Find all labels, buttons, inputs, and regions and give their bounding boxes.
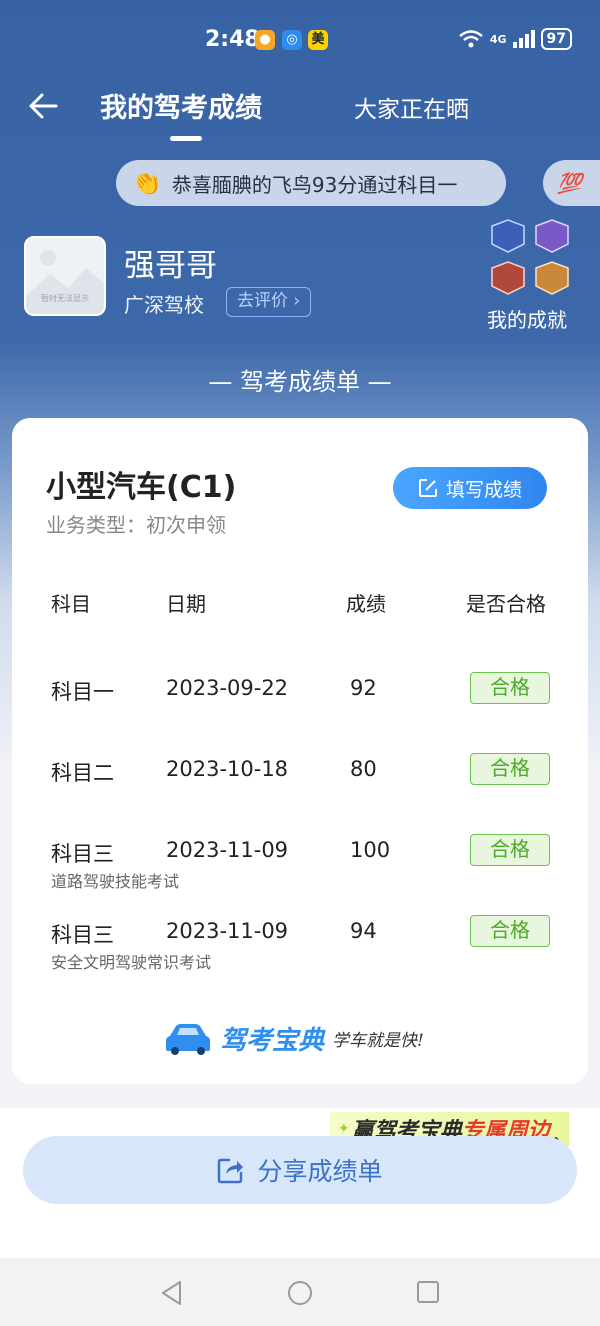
wifi-icon <box>459 30 483 48</box>
image-placeholder-icon <box>26 250 104 314</box>
brand-logo: 驾考宝典 学车就是快! <box>164 1020 424 1057</box>
row-4-date: 2023-11-09 <box>166 919 289 943</box>
nav-recents-icon[interactable] <box>416 1280 440 1304</box>
driving-school: 广深驾校 <box>124 293 204 317</box>
congrats-ticker[interactable]: 👏 恭喜腼腆的飞鸟93分通过科目一 <box>116 160 506 206</box>
row-4-pass-badge: 合格 <box>470 915 550 947</box>
row-1-subject: 科目一 <box>51 680 114 704</box>
fill-score-label: 填写成绩 <box>445 478 522 501</box>
row-3-subject: 科目三 <box>51 842 114 866</box>
app-notification-icon: ● <box>255 30 275 50</box>
username: 强哥哥 <box>124 248 217 284</box>
row-2-date: 2023-10-18 <box>166 757 289 781</box>
status-time: 2:48 <box>205 27 260 52</box>
nav-home-icon[interactable] <box>287 1280 313 1306</box>
share-report-button[interactable]: 分享成绩单 <box>23 1136 577 1204</box>
meituan-app-icon: 美 <box>308 30 328 50</box>
achievement-badges-icon[interactable] <box>488 218 574 300</box>
tab-my-scores[interactable]: 我的驾考成绩 <box>100 86 262 125</box>
score-card: 小型汽车(C1) 业务类型：初次申领 填写成绩 科目 日期 成绩 是否合格 科目… <box>12 418 588 1084</box>
clapping-hands-icon: 👏 <box>132 169 162 197</box>
hundred-points-icon: 💯 <box>543 160 600 206</box>
signal-icon <box>512 30 535 48</box>
fill-score-button[interactable]: 填写成绩 <box>393 467 547 509</box>
row-4-note: 安全文明驾驶常识考试 <box>51 953 212 972</box>
row-2-score: 80 <box>350 757 377 781</box>
tab-active-indicator <box>170 136 202 141</box>
report-title: — 驾考成绩单 — <box>208 368 392 396</box>
col-subject: 科目 <box>51 592 91 616</box>
business-type: 业务类型：初次申领 <box>46 513 226 537</box>
back-arrow-icon[interactable] <box>26 88 62 124</box>
vehicle-type: 小型汽车(C1) <box>46 470 237 505</box>
row-2-subject: 科目二 <box>51 761 114 785</box>
search-app-icon: ◎ <box>282 30 302 50</box>
col-score: 成绩 <box>346 592 386 616</box>
tab-everyone-sharing[interactable]: 大家正在晒 <box>354 90 469 124</box>
row-3-note: 道路驾驶技能考试 <box>51 872 180 891</box>
row-3-pass-badge: 合格 <box>470 834 550 866</box>
row-1-date: 2023-09-22 <box>166 676 289 700</box>
avatar[interactable]: 暂时无法显示 <box>24 236 106 316</box>
review-label: 去评价 <box>237 291 288 311</box>
car-logo-icon <box>166 1023 210 1055</box>
edit-icon <box>418 479 437 497</box>
row-1-pass-badge: 合格 <box>470 672 550 704</box>
col-date: 日期 <box>166 592 206 616</box>
battery-indicator: 97 <box>540 28 572 50</box>
nav-back-icon[interactable] <box>160 1280 184 1306</box>
sparkle-icon: ✦ <box>338 1121 350 1137</box>
network-type: 4G <box>489 32 507 46</box>
share-label: 分享成绩单 <box>257 1157 383 1186</box>
achievements-label[interactable]: 我的成就 <box>487 304 567 333</box>
row-4-score: 94 <box>350 919 377 943</box>
system-nav-bar <box>0 1258 600 1326</box>
row-1-score: 92 <box>350 676 377 700</box>
brand-slogan: 学车就是快! <box>332 1031 424 1051</box>
col-pass: 是否合格 <box>466 592 546 616</box>
share-icon <box>218 1158 244 1184</box>
row-3-date: 2023-11-09 <box>166 838 289 862</box>
avatar-placeholder-text: 暂时无法显示 <box>41 294 89 303</box>
chevron-right-icon: › <box>288 291 301 311</box>
status-bar: 2:48 ● ◎ 美 4G 97 <box>0 0 600 80</box>
brand-name: 驾考宝典 <box>220 1026 325 1056</box>
ticker-message: 恭喜腼腆的飞鸟93分通过科目一 <box>171 172 458 197</box>
review-button[interactable]: 去评价 › <box>226 287 312 317</box>
row-2-pass-badge: 合格 <box>470 753 550 785</box>
row-4-subject: 科目三 <box>51 923 114 947</box>
row-3-score: 100 <box>350 838 391 862</box>
